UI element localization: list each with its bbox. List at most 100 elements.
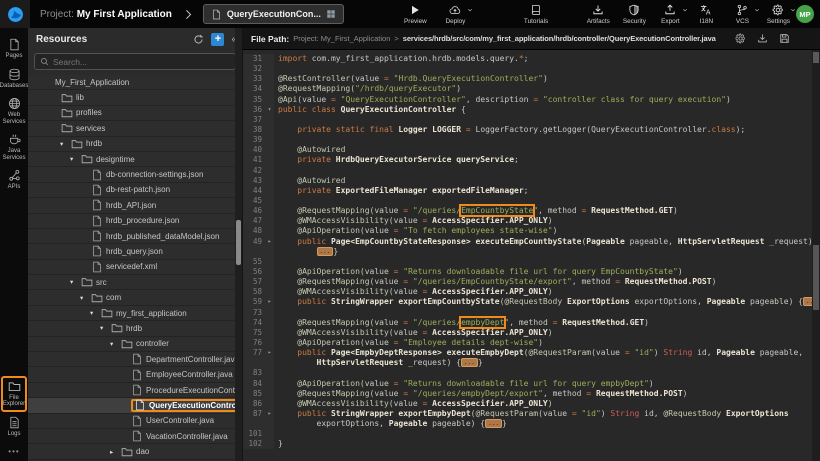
file-path-project: Project: My_First_Application	[293, 34, 390, 43]
security-button[interactable]: Security	[621, 3, 648, 26]
folded-region[interactable]: ...	[317, 247, 334, 256]
tree-item-label: my_first_application	[116, 309, 187, 318]
fold-toggle-icon[interactable]: ▸	[265, 237, 274, 247]
tree-item-hrdb-published-datamodel-json[interactable]: hrdb_published_dataModel.json	[28, 229, 242, 244]
preview-button[interactable]: Preview	[402, 3, 429, 26]
sidebar-item-file-explorer[interactable]: File Explorer	[1, 376, 27, 412]
fold-toggle-icon[interactable]: ▸	[265, 348, 274, 358]
code-line: 42	[243, 166, 820, 176]
add-resource-button[interactable]: +	[211, 33, 224, 46]
expand-open-icon[interactable]: ▾	[70, 278, 81, 286]
chevron-down-icon	[754, 7, 760, 13]
expand-closed-icon[interactable]: ▸	[110, 448, 121, 456]
sidebar-item-apis[interactable]: APIs	[0, 165, 28, 195]
tree-item-usercontroller-java[interactable]: UserController.java	[28, 414, 242, 429]
settings-gear-icon[interactable]	[735, 33, 746, 44]
tree-item-profiles[interactable]: profiles	[28, 106, 242, 121]
tree-item-hrdb-api-json[interactable]: hrdb_API.json	[28, 198, 242, 213]
tree-item-designtime[interactable]: ▾designtime	[28, 152, 242, 167]
tree-item-my-first-application[interactable]: ▾ my_first_application	[28, 306, 242, 321]
app-logo[interactable]	[0, 0, 30, 28]
gutter-spacer	[265, 368, 274, 378]
tree-item-hrdb-procedure-json[interactable]: hrdb_procedure.json	[28, 214, 242, 229]
tree-item-departmentcontroller-java[interactable]: DepartmentController.java	[28, 352, 242, 367]
tree-item-hrdb-query-json[interactable]: hrdb_query.json	[28, 244, 242, 259]
tree-item-src[interactable]: ▾src	[28, 275, 242, 290]
folder-icon	[61, 92, 73, 104]
tree-item-queryexecutioncontroller-java[interactable]: QueryExecutionController.java	[28, 398, 242, 413]
file-icon	[131, 384, 143, 396]
fold-toggle-icon[interactable]: ▸	[265, 409, 274, 419]
chevron-down-icon	[467, 7, 473, 13]
tree-item-hrdb[interactable]: ▾hrdb	[28, 137, 242, 152]
fold-toggle-icon[interactable]: ▾	[265, 105, 274, 115]
tree-item-employeecontroller-java[interactable]: EmployeeController.java	[28, 367, 242, 382]
expand-open-icon[interactable]: ▾	[60, 140, 71, 148]
expand-open-icon[interactable]: ▾	[70, 155, 81, 163]
tree-item-services[interactable]: services	[28, 121, 242, 136]
editor-scrollbar-thumb[interactable]	[813, 245, 819, 310]
tree-item-lib[interactable]: lib	[28, 90, 242, 105]
code-line: 101	[243, 429, 820, 439]
code-text: @WMAccessVisibility(value = AccessSpecif…	[274, 399, 553, 409]
tree-item-vacationcontroller-java[interactable]: VacationController.java	[28, 429, 242, 444]
tree-item-db-rest-patch-json[interactable]: db-rest-patch.json	[28, 183, 242, 198]
line-number	[243, 419, 265, 429]
tree-item-hrdb[interactable]: ▾ hrdb	[28, 321, 242, 336]
fold-toggle-icon[interactable]: ▸	[265, 297, 274, 307]
grid-icon[interactable]	[326, 9, 336, 19]
user-avatar[interactable]: MP	[796, 5, 814, 23]
tutorials-button[interactable]: Tutorials	[522, 3, 550, 26]
refresh-icon[interactable]	[193, 34, 204, 45]
tree-item-servicedef-xml[interactable]: servicedef.xml	[28, 260, 242, 275]
sidebar-item-web-services[interactable]: Web Services	[0, 93, 28, 129]
scrollbar-up-button[interactable]	[813, 52, 819, 63]
tree-item-label: hrdb	[126, 324, 142, 333]
expand-open-icon[interactable]: ▾	[100, 324, 111, 332]
sidebar-item-databases[interactable]: Databases	[0, 64, 28, 94]
project-name: My First Application	[77, 9, 172, 20]
code-line: 56 @ApiOperation(value = "Returns downlo…	[243, 267, 820, 277]
export-button[interactable]: Export	[657, 3, 684, 26]
save-file-icon[interactable]	[779, 33, 790, 44]
expand-open-icon[interactable]: ▾	[110, 340, 121, 348]
tree-item-dao[interactable]: ▸dao	[28, 444, 242, 459]
artifacts-button[interactable]: Artifacts	[585, 3, 612, 26]
sidebar-item-logs[interactable]: Logs	[0, 412, 28, 442]
file-tab-queryexecutioncontroller[interactable]: QueryExecutionCon...	[203, 4, 344, 24]
deploy-label: Deploy	[445, 18, 465, 25]
tree-scrollbar-thumb[interactable]	[236, 220, 241, 265]
deploy-button[interactable]: Deploy	[442, 3, 469, 26]
code-text: public Page<EmpbyDeptResponse> executeEm…	[274, 348, 803, 358]
expand-open-icon[interactable]: ▾	[80, 294, 91, 302]
code-area[interactable]: 31import com.my_first_application.hrdb.m…	[243, 54, 820, 449]
page-icon	[8, 38, 21, 51]
settings-button[interactable]: Settings	[765, 3, 792, 26]
vcs-button[interactable]: VCS	[729, 3, 756, 26]
gutter-spacer	[265, 318, 274, 328]
tree-item-com[interactable]: ▾com	[28, 290, 242, 305]
folder-icon	[81, 276, 93, 288]
file-tree: My_First_Applicationlibprofilesservices ▾…	[28, 75, 242, 461]
code-text: public StringWrapper exportEmpCountbySta…	[274, 297, 820, 307]
folded-region[interactable]: ...	[485, 419, 502, 428]
tree-item-procedureexecutioncontroller-java[interactable]: ProcedureExecutionController.java	[28, 383, 242, 398]
tree-item-controller[interactable]: ▾controller	[28, 337, 242, 352]
tree-item-db-connection-settings-json[interactable]: db-connection-settings.json	[28, 167, 242, 182]
i18n-button[interactable]: AI18N	[693, 3, 720, 26]
more-options-button[interactable]: •••	[8, 441, 19, 458]
code-text: @RequestMapping(value = "/queries/empbyD…	[274, 389, 687, 399]
tree-item-my-first-application[interactable]: My_First_Application	[28, 75, 242, 90]
gutter-spacer	[265, 64, 274, 74]
wavemaker-studio-window: Project: My First Application QueryExecu…	[0, 0, 820, 461]
sidebar-item-pages[interactable]: Pages	[0, 34, 28, 64]
code-line: 49▸ public Page<EmpCountbyStateResponse>…	[243, 237, 820, 247]
folded-region[interactable]: ...	[461, 358, 478, 367]
project-breadcrumb[interactable]: Project: My First Application	[40, 9, 172, 20]
toolbar-left-actions: Preview Deploy Tutorials	[402, 3, 550, 26]
sidebar-item-java-services[interactable]: Java Services	[0, 129, 28, 165]
code-line: 48 @ApiOperation(value = "To fetch emplo…	[243, 226, 820, 236]
download-file-icon[interactable]	[757, 33, 768, 44]
expand-open-icon[interactable]: ▾	[90, 309, 101, 317]
search-input[interactable]	[53, 57, 230, 67]
